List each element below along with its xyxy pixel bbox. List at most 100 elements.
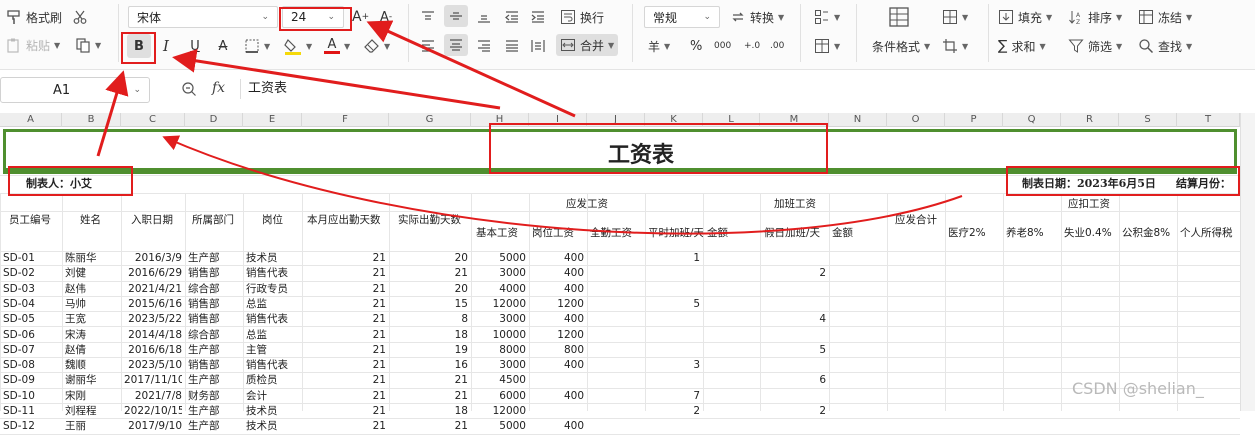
column-header-D[interactable]: D — [185, 113, 243, 127]
table-cell[interactable]: 21 — [392, 374, 468, 387]
table-cell[interactable]: 16 — [392, 359, 468, 372]
row-col-button[interactable]: ▼ — [942, 35, 968, 57]
vertical-scrollbar[interactable] — [1240, 113, 1255, 411]
table-cell[interactable]: 销售代表 — [246, 313, 299, 326]
table-cell[interactable]: 21 — [392, 267, 468, 280]
table-cell[interactable]: 行政专员 — [246, 283, 299, 296]
table-row[interactable]: SD-10 宋刚 2021/7/8 财务部 会计 21 21 6000 400 7 — [0, 389, 1240, 404]
table-cell[interactable]: 12000 — [474, 298, 526, 311]
table-cell[interactable]: 21 — [305, 298, 386, 311]
table-cell[interactable]: 400 — [532, 252, 584, 265]
column-header-G[interactable]: G — [389, 113, 471, 127]
column-header-E[interactable]: E — [243, 113, 302, 127]
fill-button[interactable]: 填充 ▼ — [998, 6, 1052, 28]
table-cell[interactable]: 1200 — [532, 329, 584, 342]
table-cell[interactable]: 21 — [305, 283, 386, 296]
column-header-Q[interactable]: Q — [1003, 113, 1061, 127]
table-cell[interactable]: SD-01 — [3, 252, 59, 265]
filter-button[interactable]: 筛选 ▼ — [1068, 35, 1122, 57]
number-format-select[interactable]: 常规 ⌄ — [644, 6, 720, 28]
cell-style-button[interactable]: ▼ — [814, 6, 840, 28]
column-header-N[interactable]: N — [829, 113, 887, 127]
table-cell[interactable]: 销售代表 — [246, 267, 299, 280]
table-cell[interactable]: 财务部 — [188, 390, 240, 403]
column-header-C[interactable]: C — [121, 113, 185, 127]
table-cell[interactable]: 18 — [392, 405, 468, 418]
table-cell[interactable]: 2017/9/10 — [124, 420, 182, 433]
distributed-button[interactable] — [530, 35, 546, 57]
align-bottom-button[interactable] — [476, 6, 492, 28]
table-cell[interactable]: 19 — [392, 344, 468, 357]
table-cell[interactable]: SD-09 — [3, 374, 59, 387]
table-cell[interactable]: 王宽 — [65, 313, 118, 326]
percent-button[interactable]: % — [690, 35, 702, 57]
table-cell[interactable]: 总监 — [246, 329, 299, 342]
table-cell[interactable]: SD-04 — [3, 298, 59, 311]
table-cell[interactable]: 10000 — [474, 329, 526, 342]
table-cell[interactable]: 21 — [305, 359, 386, 372]
table-cell[interactable]: 主管 — [246, 344, 299, 357]
table-row[interactable]: SD-12 王丽 2017/9/10 生产部 技术员 21 21 5000 400 — [0, 419, 1240, 435]
table-cell[interactable]: 5000 — [474, 252, 526, 265]
table-cell[interactable]: 21 — [305, 390, 386, 403]
table-cell[interactable]: 1200 — [532, 298, 584, 311]
column-header-F[interactable]: F — [302, 113, 389, 127]
font-color-button[interactable]: A ▼ — [324, 35, 350, 57]
table-cell[interactable]: 魏顺 — [65, 359, 118, 372]
table-cell[interactable]: 赵倩 — [65, 344, 118, 357]
table-cell[interactable]: SD-12 — [3, 420, 59, 433]
decrease-font-button[interactable]: A- — [380, 6, 392, 28]
currency-button[interactable]: 羊 ▼ — [648, 35, 670, 57]
table-cell[interactable]: 生产部 — [188, 344, 240, 357]
align-middle-button[interactable] — [444, 5, 468, 27]
table-cell[interactable]: 赵伟 — [65, 283, 118, 296]
table-row[interactable]: SD-05 王宽 2023/5/22 销售部 销售代表 21 8 3000 400 4 — [0, 312, 1240, 328]
decrease-decimal-button[interactable]: .00 — [770, 35, 784, 57]
align-top-button[interactable] — [420, 6, 436, 28]
table-cell[interactable]: 2023/5/10 — [124, 359, 182, 372]
table-cell[interactable]: 宋刚 — [65, 390, 118, 403]
formula-input[interactable]: 工资表 — [248, 79, 1228, 99]
table-cell[interactable]: 3000 — [474, 313, 526, 326]
table-cell[interactable]: 销售部 — [188, 298, 240, 311]
underline-button[interactable]: U — [183, 34, 207, 58]
table-cell[interactable]: 综合部 — [188, 283, 240, 296]
table-cell[interactable]: 刘健 — [65, 267, 118, 280]
clear-format-button[interactable]: ▼ — [364, 35, 390, 57]
table-cell[interactable]: 4500 — [474, 374, 526, 387]
table-cell[interactable]: 2014/4/18 — [124, 329, 182, 342]
table-cell[interactable]: 宋涛 — [65, 329, 118, 342]
column-header-T[interactable]: T — [1177, 113, 1240, 127]
fx-icon[interactable]: fx — [212, 80, 225, 96]
fill-color-button[interactable]: ▼ — [284, 35, 312, 57]
table-cell[interactable]: 4000 — [474, 283, 526, 296]
table-cell[interactable]: SD-11 — [3, 405, 59, 418]
table-row[interactable]: SD-09 谢丽华 2017/11/10 生产部 质检员 21 21 4500 6 — [0, 373, 1240, 389]
table-cell[interactable]: 销售部 — [188, 267, 240, 280]
conditional-format-icon-button[interactable] — [888, 6, 910, 28]
table-cell[interactable]: 6000 — [474, 390, 526, 403]
column-header-B[interactable]: B — [62, 113, 121, 127]
table-cell[interactable]: 2 — [763, 405, 826, 418]
table-cell[interactable]: 生产部 — [188, 252, 240, 265]
table-cell[interactable]: 3 — [648, 359, 700, 372]
table-cell[interactable]: 2016/3/9 — [124, 252, 182, 265]
align-center-button[interactable] — [444, 34, 468, 56]
table-cell[interactable]: 400 — [532, 390, 584, 403]
indent-decrease-button[interactable] — [504, 6, 520, 28]
table-cell[interactable]: 15 — [392, 298, 468, 311]
table-cell[interactable]: 2016/6/18 — [124, 344, 182, 357]
table-cell[interactable]: 400 — [532, 313, 584, 326]
copy-button[interactable]: ▼ — [75, 34, 101, 56]
freeze-button[interactable]: 冻结 ▼ — [1138, 6, 1192, 28]
table-cell[interactable]: 2023/5/22 — [124, 313, 182, 326]
table-cell[interactable]: SD-02 — [3, 267, 59, 280]
table-cell[interactable]: 技术员 — [246, 420, 299, 433]
cell-format-button[interactable]: ▼ — [942, 6, 968, 28]
table-cell[interactable]: SD-08 — [3, 359, 59, 372]
sort-button[interactable]: AZ 排序 ▼ — [1068, 6, 1122, 28]
table-cell[interactable]: 王丽 — [65, 420, 118, 433]
table-cell[interactable]: SD-06 — [3, 329, 59, 342]
table-cell[interactable]: 2021/7/8 — [124, 390, 182, 403]
table-cell[interactable]: 5 — [763, 344, 826, 357]
